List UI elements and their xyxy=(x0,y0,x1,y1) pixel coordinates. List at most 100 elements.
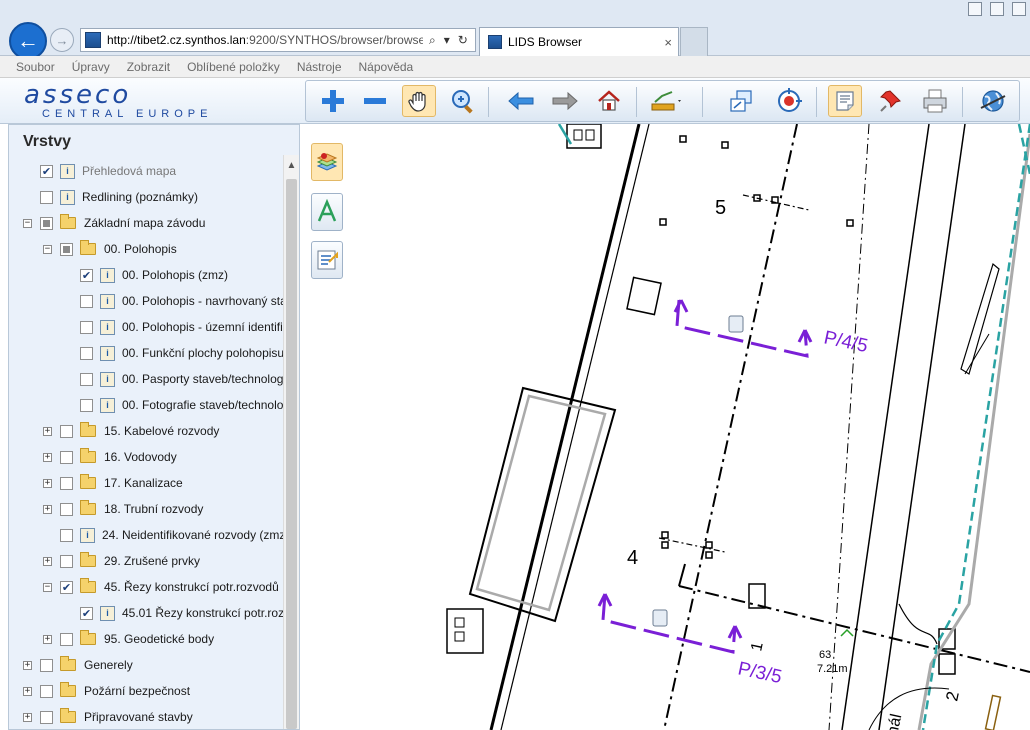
layer-row[interactable]: +16. Vodovody xyxy=(43,447,177,467)
layer-checkbox[interactable] xyxy=(40,710,53,724)
overview-button[interactable] xyxy=(724,85,758,117)
url-text[interactable]: http://tibet2.cz.synthos.lan:9200/SYNTHO… xyxy=(107,33,423,47)
collapse-icon[interactable]: − xyxy=(43,244,52,254)
layer-checkbox[interactable] xyxy=(60,632,73,646)
browser-tab[interactable]: LIDS Browser × xyxy=(479,27,679,56)
toolbar-separator xyxy=(702,87,703,117)
layer-row[interactable]: − 00. Polohopis xyxy=(43,239,177,259)
layer-checkbox[interactable] xyxy=(80,294,93,308)
locate-button[interactable] xyxy=(772,85,806,117)
expand-icon[interactable]: + xyxy=(23,712,32,722)
layer-checkbox[interactable] xyxy=(40,684,53,698)
legend-tool-button[interactable] xyxy=(311,241,343,279)
scroll-up-icon[interactable]: ▲ xyxy=(284,155,299,175)
layer-row[interactable]: − Základní mapa závodu xyxy=(23,213,205,233)
layer-row[interactable]: + Požární bezpečnost xyxy=(23,681,190,701)
layer-checkbox[interactable] xyxy=(60,424,73,438)
refresh-icon[interactable]: ↻ xyxy=(458,33,468,48)
scroll-thumb[interactable] xyxy=(286,179,297,729)
menu-item-nastroje[interactable]: Nástroje xyxy=(297,60,342,74)
info-button[interactable] xyxy=(828,85,862,117)
layer-row[interactable]: +15. Kabelové rozvody xyxy=(43,421,219,441)
expand-icon[interactable]: + xyxy=(43,504,52,514)
layers-tool-button[interactable] xyxy=(311,143,343,181)
lower-box xyxy=(446,608,484,654)
print-button[interactable] xyxy=(918,85,952,117)
dropdown-icon[interactable]: ▾ xyxy=(444,33,450,48)
layer-row[interactable]: i Redlining (poznámky) xyxy=(23,187,198,207)
layer-row[interactable]: ✔ i 00. Polohopis (zmz) xyxy=(63,265,228,285)
back-button[interactable]: ← xyxy=(9,22,47,60)
layer-checkbox[interactable]: ✔ xyxy=(40,164,53,178)
zoom-in-button[interactable] xyxy=(316,85,350,117)
favorites-icon[interactable] xyxy=(990,2,1004,16)
layer-row[interactable]: + Generely xyxy=(23,655,133,675)
layer-checkbox[interactable] xyxy=(80,346,93,360)
home-view-button[interactable] xyxy=(592,85,626,117)
expand-icon[interactable]: + xyxy=(43,556,52,566)
menu-item-upravy[interactable]: Úpravy xyxy=(72,60,110,74)
layer-checkbox[interactable] xyxy=(60,502,73,516)
layer-row[interactable]: + Připravované stavby xyxy=(23,707,193,727)
collapse-icon[interactable]: − xyxy=(43,582,52,592)
layer-row[interactable]: i 00. Funkční plochy polohopisu xyxy=(63,343,284,363)
home-icon[interactable] xyxy=(968,2,982,16)
pan-button[interactable] xyxy=(402,85,436,117)
layer-checkbox[interactable] xyxy=(80,398,93,412)
expand-icon[interactable]: + xyxy=(43,452,52,462)
layer-checkbox[interactable] xyxy=(60,450,73,464)
address-bar[interactable]: http://tibet2.cz.synthos.lan:9200/SYNTHO… xyxy=(80,28,476,52)
annotation-tool-button[interactable] xyxy=(311,193,343,231)
layer-info-icon: i xyxy=(100,293,115,309)
layers-scrollbar[interactable]: ▲ xyxy=(283,155,299,729)
menu-item-zobrazit[interactable]: Zobrazit xyxy=(127,60,170,74)
expand-icon[interactable]: + xyxy=(43,426,52,436)
layer-checkbox[interactable]: ✔ xyxy=(60,580,73,594)
measure-button[interactable] xyxy=(650,85,684,117)
expand-icon[interactable]: + xyxy=(43,634,52,644)
layer-checkbox[interactable] xyxy=(40,658,53,672)
menu-item-napoveda[interactable]: Nápověda xyxy=(359,60,414,74)
layer-row[interactable]: ✔ i 45.01 Řezy konstrukcí potr.rozvoc xyxy=(63,603,299,623)
layer-checkbox[interactable] xyxy=(40,190,53,204)
zoom-out-button[interactable] xyxy=(358,85,392,117)
layer-checkbox[interactable] xyxy=(80,372,93,386)
layer-row[interactable]: +17. Kanalizace xyxy=(43,473,183,493)
layer-checkbox[interactable] xyxy=(40,216,53,230)
new-tab-button[interactable] xyxy=(680,27,708,56)
menu-item-oblibene[interactable]: Oblíbené položky xyxy=(187,60,280,74)
layer-checkbox[interactable] xyxy=(60,528,73,542)
layer-checkbox[interactable] xyxy=(60,242,73,256)
menu-item-soubor[interactable]: Soubor xyxy=(16,60,55,74)
layer-row[interactable]: i 00. Pasporty staveb/technologií xyxy=(63,369,289,389)
layer-checkbox[interactable]: ✔ xyxy=(80,268,93,282)
layer-row[interactable]: ✔ i Přehledová mapa xyxy=(23,161,176,181)
tab-favicon-icon xyxy=(488,35,502,49)
expand-icon[interactable]: + xyxy=(23,660,32,670)
layer-row[interactable]: +95. Geodetické body xyxy=(43,629,214,649)
expand-icon[interactable]: + xyxy=(23,686,32,696)
layer-checkbox[interactable] xyxy=(80,320,93,334)
settings-icon[interactable] xyxy=(1012,2,1026,16)
forward-view-button[interactable] xyxy=(548,85,582,117)
globe-button[interactable] xyxy=(976,85,1010,117)
layer-checkbox[interactable] xyxy=(60,554,73,568)
back-view-button[interactable] xyxy=(504,85,538,117)
map-canvas[interactable]: 5 4 P/4/5 P/3/5 1 2 63 7.21m nál xyxy=(309,124,1030,730)
layer-row[interactable]: − ✔ 45. Řezy konstrukcí potr.rozvodů xyxy=(43,577,279,597)
pin-button[interactable] xyxy=(874,85,908,117)
zoom-window-button[interactable] xyxy=(446,85,480,117)
layer-checkbox[interactable] xyxy=(60,476,73,490)
layer-row[interactable]: +18. Trubní rozvody xyxy=(43,499,203,519)
tab-close-icon[interactable]: × xyxy=(664,35,672,50)
forward-button[interactable]: → xyxy=(50,28,74,52)
layer-row[interactable]: i 00. Polohopis - navrhovaný stav xyxy=(63,291,293,311)
layer-row[interactable]: i 00. Polohopis - územní identifikac xyxy=(63,317,299,337)
expand-icon[interactable]: + xyxy=(43,478,52,488)
layer-row[interactable]: i 00. Fotografie staveb/technologií xyxy=(63,395,296,415)
collapse-icon[interactable]: − xyxy=(23,218,32,228)
layer-checkbox[interactable]: ✔ xyxy=(80,606,93,620)
search-icon[interactable]: ⌕ xyxy=(429,33,436,48)
layer-row[interactable]: +29. Zrušené prvky xyxy=(43,551,200,571)
layer-row[interactable]: i 24. Neidentifikované rozvody (zmz) xyxy=(43,525,289,545)
